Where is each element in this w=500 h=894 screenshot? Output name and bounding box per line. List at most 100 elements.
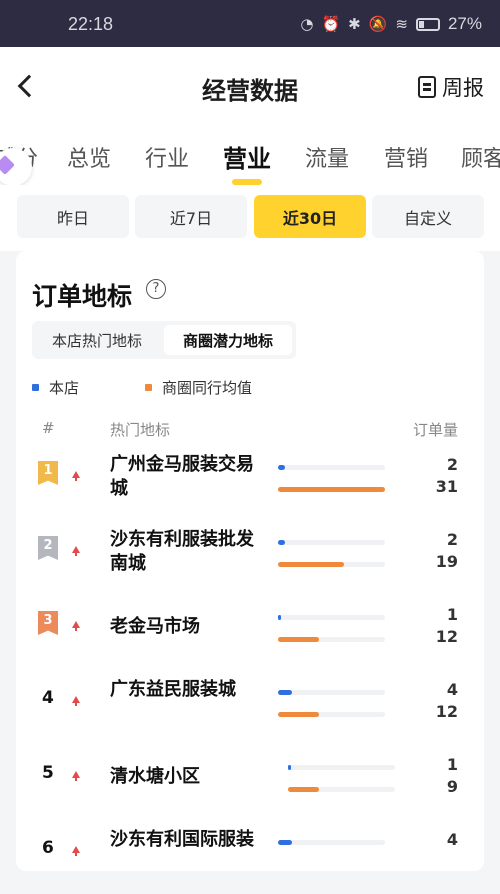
trend-up-icon: [72, 546, 80, 556]
rank-number: 5: [42, 763, 54, 783]
store-bar-track: [278, 840, 385, 845]
legend-store-swatch: [32, 384, 39, 391]
table-row[interactable]: 4 广东益民服装城 4 12: [16, 674, 484, 744]
trend-up-icon: [72, 621, 80, 631]
store-order-count: 2: [446, 530, 458, 549]
avg-bar-track: [278, 637, 385, 642]
rank-badge-1: 1: [38, 461, 58, 485]
tab-industry[interactable]: 行业: [145, 141, 189, 173]
store-order-count: 2: [446, 455, 458, 474]
chart-legend: 本店 商圈同行均值: [32, 377, 318, 398]
landmark-name: 广州金马服装交易城: [110, 454, 254, 499]
trend-up-icon: [72, 846, 80, 856]
tab-marketing[interactable]: 营销: [384, 141, 428, 173]
table-row[interactable]: 2 沙东有利服装批发南城 2 19: [16, 524, 484, 594]
report-icon: [418, 76, 436, 98]
filter-7-days[interactable]: 近7日: [135, 195, 247, 238]
table-row[interactable]: 5 清水塘小区 1 9: [16, 749, 484, 819]
store-bar: [278, 540, 285, 545]
avg-bar: [278, 712, 320, 717]
legend-avg-label: 商圈同行均值: [162, 379, 253, 397]
tab-overview[interactable]: 总览: [67, 141, 111, 173]
status-bar: 22:18 ◔ ⏰ ✱ 🔕 ≋ 27%: [0, 0, 500, 47]
order-landmark-card: 订单地标 ? 本店热门地标 商圈潜力地标 本店 商圈同行均值 # 热门地标 订单…: [16, 251, 484, 871]
alarm-icon: ⏰: [321, 15, 341, 33]
avg-bar: [278, 487, 385, 492]
store-bar: [278, 615, 282, 620]
store-bar: [278, 465, 285, 470]
avg-bar-track: [278, 712, 385, 717]
avg-bar: [288, 787, 320, 792]
battery-percent: 27%: [447, 14, 482, 33]
legend-avg: 商圈同行均值: [145, 377, 252, 398]
card-title: 订单地标: [32, 282, 133, 311]
date-filters: 昨日 近7日 近30日 自定义: [0, 185, 500, 251]
segment-area-landmarks[interactable]: 商圈潜力地标: [164, 325, 292, 355]
battery-icon: [415, 17, 440, 31]
landmark-name: 广东益民服装城: [110, 679, 236, 700]
table-row[interactable]: 6 沙东有利国际服装 4: [16, 824, 484, 894]
header-rank: #: [42, 419, 55, 437]
avg-order-count: 9: [446, 777, 458, 796]
landmark-name: 沙东有利国际服装: [110, 829, 254, 850]
table-row[interactable]: 1 广州金马服装交易城 2 31: [16, 449, 484, 519]
wifi-icon: ≋: [395, 15, 408, 33]
mute-icon: 🔕: [368, 15, 388, 33]
store-bar-track: [278, 465, 385, 470]
legend-store: 本店: [32, 377, 79, 398]
legend-avg-swatch: [145, 384, 153, 391]
store-order-count: 1: [446, 755, 458, 774]
legend-store-label: 本店: [49, 379, 80, 397]
rank-badge-number: 3: [43, 613, 53, 628]
segment-store-landmarks[interactable]: 本店热门地标: [36, 325, 158, 355]
avg-order-count: 12: [435, 702, 458, 721]
store-bar-track: [288, 765, 395, 770]
store-bar-track: [278, 615, 385, 620]
landmark-segment-control: 本店热门地标 商圈潜力地标: [32, 321, 296, 359]
bluetooth-icon: ✱: [348, 15, 361, 33]
avg-bar-track: [278, 562, 385, 567]
filter-30-days[interactable]: 近30日: [254, 195, 366, 238]
store-bar-track: [278, 540, 385, 545]
avg-order-count: 19: [435, 552, 458, 571]
store-bar: [278, 690, 292, 695]
rank-number: 4: [42, 688, 54, 708]
avg-order-count: 12: [435, 627, 458, 646]
tab-customers[interactable]: 顾客: [461, 141, 500, 173]
avg-bar: [278, 637, 320, 642]
weekly-report-button[interactable]: 周报: [418, 72, 484, 102]
help-icon[interactable]: ?: [146, 279, 166, 299]
status-time: 22:18: [68, 14, 114, 34]
store-order-count: 4: [446, 830, 458, 849]
store-bar: [288, 765, 292, 770]
rank-badge-3: 3: [38, 611, 58, 635]
rank-badge-number: 1: [43, 463, 53, 478]
status-icons: ◔ ⏰ ✱ 🔕 ≋ 27%: [300, 14, 482, 34]
trend-up-icon: [72, 696, 80, 706]
table-row[interactable]: 3 老金马市场 1 12: [16, 599, 484, 669]
rank-badge-2: 2: [38, 536, 58, 560]
avg-order-count: 31: [435, 477, 458, 496]
rank-badge-number: 2: [43, 538, 53, 553]
landmark-name: 清水塘小区: [110, 766, 200, 787]
store-bar-track: [278, 690, 385, 695]
trend-up-icon: [72, 471, 80, 481]
avg-bar-track: [288, 787, 395, 792]
store-bar: [278, 840, 292, 845]
tab-traffic[interactable]: 流量: [305, 141, 349, 173]
header: 经营数据 周报: [0, 47, 500, 129]
speed-icon: ◔: [300, 15, 314, 33]
avg-bar: [278, 562, 344, 567]
rank-number: 6: [42, 838, 54, 858]
filter-custom[interactable]: 自定义: [372, 195, 484, 238]
category-tabs: 辅分 总览 行业 营业 流量 营销 顾客: [0, 129, 500, 185]
filter-yesterday[interactable]: 昨日: [17, 195, 129, 238]
tab-business[interactable]: 营业: [223, 139, 271, 174]
store-order-count: 1: [446, 605, 458, 624]
header-landmark: 热门地标: [110, 421, 171, 439]
header-order-count: 订单量: [412, 421, 458, 439]
landmark-name: 老金马市场: [110, 616, 200, 637]
avg-bar-track: [278, 487, 385, 492]
store-order-count: 4: [446, 680, 458, 699]
trend-up-icon: [72, 771, 80, 781]
